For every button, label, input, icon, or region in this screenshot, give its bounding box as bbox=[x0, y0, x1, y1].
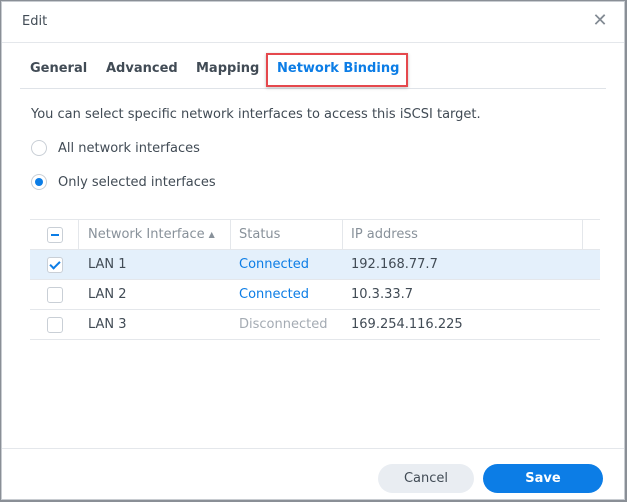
close-icon[interactable]: ✕ bbox=[590, 11, 610, 31]
status-text: Connected bbox=[239, 287, 310, 302]
dialog-footer: Cancel Save bbox=[2, 448, 624, 501]
table-row[interactable]: LAN 3 Disconnected 169.254.116.225 bbox=[30, 310, 600, 340]
radio-selected-interfaces[interactable]: Only selected interfaces bbox=[31, 174, 216, 190]
cancel-button[interactable]: Cancel bbox=[378, 464, 474, 493]
ip-address: 10.3.33.7 bbox=[351, 287, 414, 302]
interface-name: LAN 1 bbox=[88, 257, 127, 272]
column-divider bbox=[78, 220, 79, 249]
table-row[interactable]: LAN 1 Connected 192.168.77.7 bbox=[30, 250, 600, 280]
row-checkbox[interactable] bbox=[47, 317, 63, 333]
radio-all-interfaces[interactable]: All network interfaces bbox=[31, 140, 200, 156]
radio-label: All network interfaces bbox=[58, 140, 200, 156]
column-divider bbox=[582, 220, 583, 249]
column-header-status[interactable]: Status bbox=[239, 220, 280, 249]
tab-mapping[interactable]: Mapping bbox=[196, 61, 259, 76]
ip-address: 169.254.116.225 bbox=[351, 317, 463, 332]
interfaces-table: Network Interface ▲ Status IP address LAN… bbox=[30, 219, 600, 340]
status-text: Disconnected bbox=[239, 317, 328, 332]
row-checkbox[interactable] bbox=[47, 257, 63, 273]
dialog-title: Edit bbox=[22, 14, 48, 29]
save-button[interactable]: Save bbox=[483, 464, 603, 493]
edit-dialog: Edit ✕ General Advanced Mapping Network … bbox=[1, 1, 625, 500]
status-text: Connected bbox=[239, 257, 310, 272]
ip-address: 192.168.77.7 bbox=[351, 257, 438, 272]
title-bar: Edit ✕ bbox=[2, 2, 624, 43]
row-checkbox[interactable] bbox=[47, 287, 63, 303]
column-divider bbox=[230, 220, 231, 249]
column-header-interface[interactable]: Network Interface ▲ bbox=[88, 220, 215, 249]
tab-highlight-box bbox=[266, 53, 408, 87]
tab-general[interactable]: General bbox=[30, 61, 87, 76]
radio-button[interactable] bbox=[31, 174, 47, 190]
description-text: You can select specific network interfac… bbox=[31, 107, 481, 122]
column-header-ip[interactable]: IP address bbox=[351, 220, 418, 249]
sort-ascending-icon: ▲ bbox=[208, 230, 215, 239]
radio-label: Only selected interfaces bbox=[58, 174, 216, 190]
column-divider bbox=[342, 220, 343, 249]
interface-name: LAN 3 bbox=[88, 317, 127, 332]
interface-name: LAN 2 bbox=[88, 287, 127, 302]
table-header: Network Interface ▲ Status IP address bbox=[30, 219, 600, 250]
table-row[interactable]: LAN 2 Connected 10.3.33.7 bbox=[30, 280, 600, 310]
radio-button[interactable] bbox=[31, 140, 47, 156]
tab-advanced[interactable]: Advanced bbox=[106, 61, 178, 76]
select-all-checkbox[interactable] bbox=[47, 227, 63, 243]
